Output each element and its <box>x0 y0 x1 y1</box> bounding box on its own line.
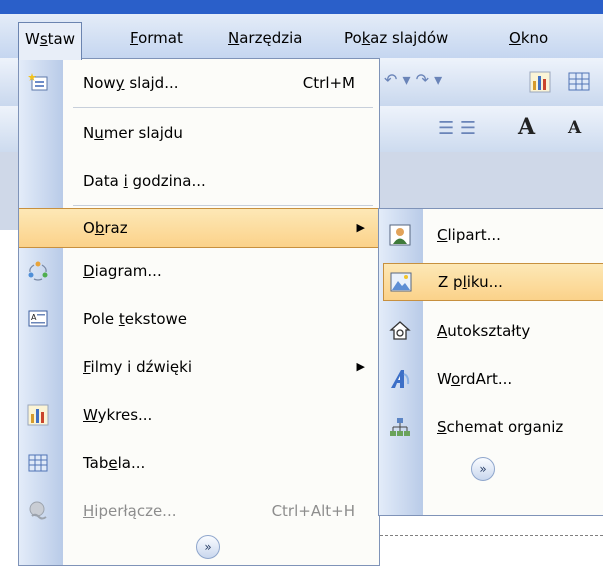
menu-item-text-box[interactable]: A Pole tekstowe <box>19 299 379 339</box>
clipart-accel: C <box>437 226 448 244</box>
expand-submenu-chevron-icon[interactable]: » <box>471 457 495 481</box>
autoshapes-label-rest: utokształty <box>447 322 531 340</box>
menu-item-table[interactable]: Tabela... <box>19 443 379 483</box>
menu-insert-accel: s <box>39 30 48 48</box>
menu-window-label-rest: kno <box>520 29 549 47</box>
menu-separator <box>73 205 373 206</box>
diagram-icon <box>28 261 48 281</box>
menu-insert-label: W <box>25 30 40 48</box>
menu-insert-label-rest: taw <box>47 30 76 48</box>
date-time-label-rest: godzina... <box>127 172 206 190</box>
from-file-label: Z p <box>438 273 463 291</box>
submenu-item-org-chart[interactable]: Schemat organiz <box>379 407 603 447</box>
menu-item-chart[interactable]: Wykres... <box>19 395 379 435</box>
wordart-accel: o <box>450 370 461 388</box>
menu-window-accel: O <box>509 29 521 47</box>
clipart-label-rest: lipart... <box>447 226 501 244</box>
new-slide-shortcut: Ctrl+M <box>302 74 355 92</box>
org-chart-label-rest: chemat organiz <box>446 418 564 436</box>
menu-slideshow-label: Po <box>344 29 362 47</box>
submenu-arrow-icon: ▶ <box>356 221 365 234</box>
insert-dropdown-menu: Nowy slajd... Ctrl+M Numer slajdu Data i… <box>18 58 380 566</box>
menu-item-hyperlink[interactable]: Hiperłącze... Ctrl+Alt+H <box>19 491 379 531</box>
picture-label: O <box>83 219 95 237</box>
slide-number-label-rest: mer slajdu <box>103 124 183 142</box>
org-chart-icon <box>390 418 410 436</box>
table-label: Tab <box>83 454 109 472</box>
menu-tools[interactable]: Narzędzia <box>222 26 308 50</box>
insert-chart-icon[interactable] <box>528 70 552 94</box>
picture-accel: b <box>94 219 105 237</box>
submenu-item-wordart[interactable]: WordArt... <box>379 359 603 399</box>
grow-font-button[interactable]: A <box>518 114 535 140</box>
menu-slideshow-label-rest: az slajdów <box>370 29 449 47</box>
menu-item-picture[interactable]: Obraz ▶ <box>19 208 379 248</box>
insert-table-icon[interactable] <box>568 72 590 92</box>
menu-window[interactable]: Okno <box>503 26 554 50</box>
hyperlink-icon <box>29 501 47 520</box>
menu-item-movies-sounds[interactable]: Filmy i dźwięki ▶ <box>19 347 379 387</box>
table-icon <box>28 454 48 472</box>
chart-accel: W <box>83 406 98 424</box>
menu-item-new-slide[interactable]: Nowy slajd... Ctrl+M <box>19 63 379 103</box>
wordart-label-rest: rdArt... <box>460 370 513 388</box>
diagram-accel: D <box>83 262 95 280</box>
menu-item-slide-number[interactable]: Numer slajdu <box>19 113 379 153</box>
new-slide-label: Now <box>83 74 116 92</box>
date-time-label: Data <box>83 172 124 190</box>
submenu-item-clipart[interactable]: Clipart... <box>379 215 603 255</box>
window-title-bar <box>0 0 603 14</box>
picture-label-rest: raz <box>104 219 128 237</box>
from-file-label-rest: iku... <box>466 273 503 291</box>
undo-redo-buttons[interactable]: ↶ ▾ ↷ ▾ <box>384 70 442 89</box>
table-label-rest: la... <box>117 454 146 472</box>
text-box-label-rest: ekstowe <box>124 310 188 328</box>
menu-slideshow[interactable]: Pokaz slajdów <box>338 26 454 50</box>
shrink-font-button[interactable]: A <box>568 118 581 138</box>
picture-submenu: Clipart... Z pliku... Autokształty WordA… <box>378 208 603 516</box>
chart-icon <box>27 404 49 426</box>
text-box-icon: A <box>28 310 48 327</box>
movies-sounds-accel: F <box>83 358 91 376</box>
slide-number-accel: u <box>94 124 104 142</box>
submenu-item-autoshapes[interactable]: Autokształty <box>379 311 603 351</box>
slide-placeholder-border <box>380 535 603 536</box>
menu-format-accel: F <box>130 29 139 47</box>
autoshapes-icon <box>389 321 411 340</box>
hyperlink-accel: H <box>83 502 95 520</box>
from-file-icon <box>390 272 412 292</box>
menu-tools-accel: N <box>228 29 240 47</box>
org-chart-accel: S <box>437 418 447 436</box>
menu-item-date-time[interactable]: Data i godzina... <box>19 161 379 201</box>
slide-number-label: N <box>83 124 95 142</box>
wordart-icon <box>391 370 410 388</box>
text-box-label: Pole <box>83 310 119 328</box>
expand-menu-chevron-icon[interactable]: » <box>196 535 220 559</box>
menu-tools-label-rest: arzędzia <box>239 29 303 47</box>
menu-slideshow-accel: k <box>361 29 371 47</box>
new-slide-label-rest: slajd... <box>124 74 179 92</box>
new-slide-accel: y <box>115 74 125 92</box>
menu-format-label-rest: ormat <box>138 29 183 47</box>
movies-sounds-label-rest: ilmy i dźwięki <box>90 358 192 376</box>
menu-format[interactable]: Format <box>124 26 189 50</box>
menu-item-diagram[interactable]: Diagram... <box>19 251 379 291</box>
submenu-arrow-icon: ▶ <box>356 360 365 373</box>
menu-bar: Wstaw Format Narzędzia Pokaz slajdów Okn… <box>0 14 603 60</box>
new-slide-icon <box>28 73 48 91</box>
clipart-icon <box>389 224 411 246</box>
table-accel: e <box>108 454 118 472</box>
menu-separator <box>73 107 373 108</box>
hyperlink-shortcut: Ctrl+Alt+H <box>271 502 355 520</box>
diagram-label-rest: iagram... <box>94 262 162 280</box>
autoshapes-accel: A <box>437 322 448 340</box>
chart-label-rest: ykres... <box>97 406 153 424</box>
submenu-item-from-file[interactable]: Z pliku... <box>383 263 603 301</box>
list-buttons[interactable]: ☰ ☰ <box>438 118 476 139</box>
menu-insert[interactable]: Wstaw <box>18 22 83 60</box>
wordart-label: W <box>437 370 451 388</box>
hyperlink-label-rest: iperłącze... <box>94 502 177 520</box>
svg-text:A: A <box>31 313 37 322</box>
